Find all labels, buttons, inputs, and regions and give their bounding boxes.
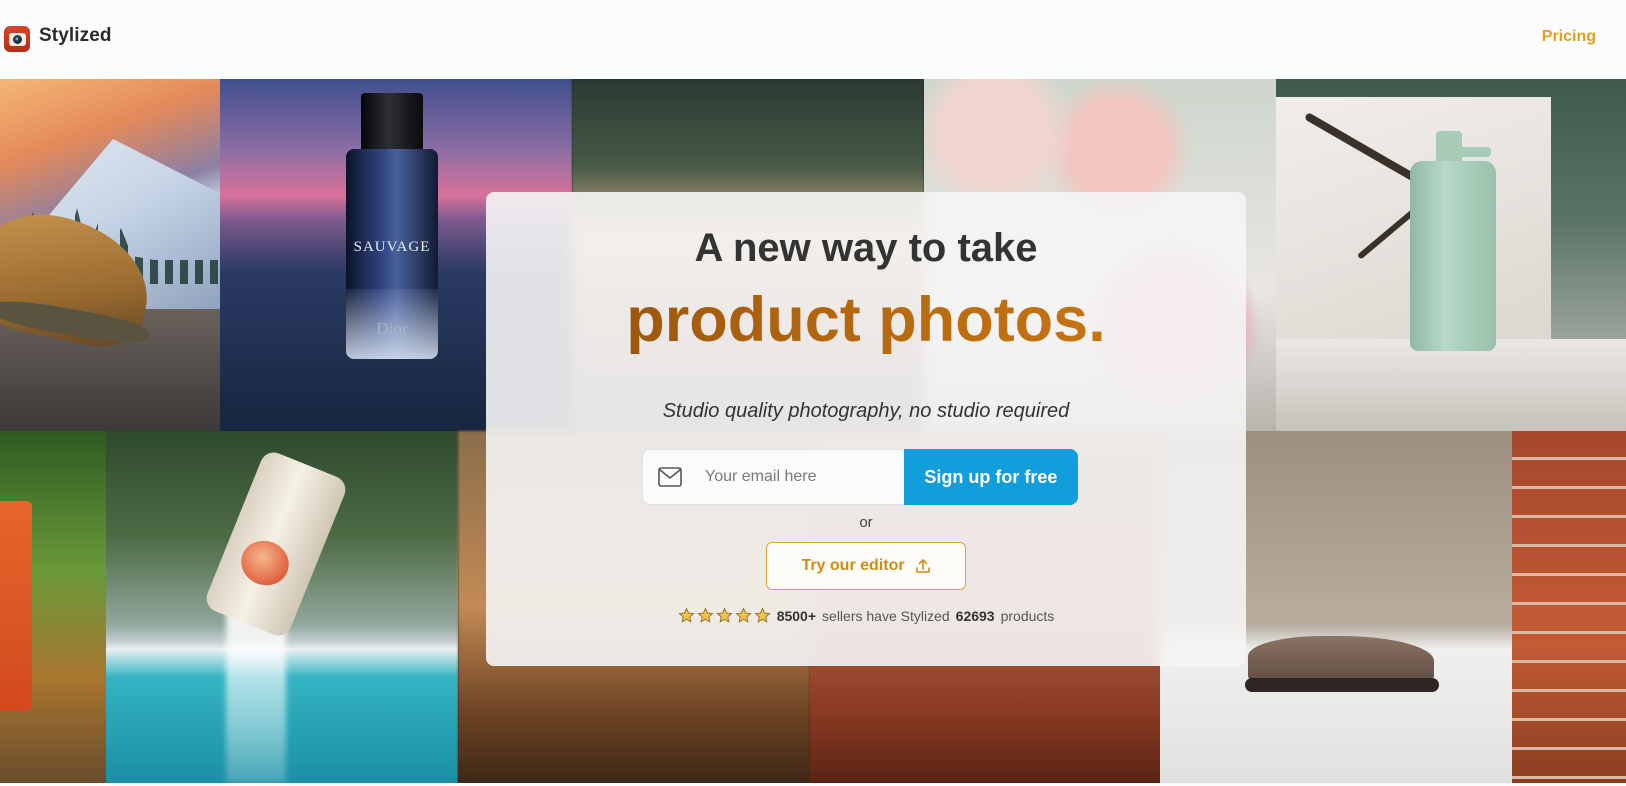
try-editor-button[interactable]: Try our editor (766, 542, 966, 590)
photo-snack-bag (0, 431, 106, 783)
star-icon (697, 607, 714, 623)
email-field-wrapper (642, 449, 905, 505)
products-count: 62693 (955, 607, 995, 624)
star-icon (716, 607, 733, 623)
social-proof-text: sellers have Stylized (822, 607, 950, 624)
email-input[interactable] (705, 450, 905, 504)
try-editor-label: Try our editor (801, 557, 905, 574)
photo-peach-drink-can (106, 431, 458, 783)
photo-hiking-boot (0, 79, 220, 431)
photo-soap-bottle (1276, 79, 1626, 431)
star-icon (735, 607, 752, 623)
hero-card: A new way to take product photos. Studio… (486, 192, 1246, 666)
perfume-brand: Dior (376, 319, 408, 338)
hero-headline: A new way to take (694, 226, 1038, 270)
perfume-label: SAUVAGE (353, 239, 431, 255)
signup-form: Sign up for free (642, 449, 1078, 505)
social-proof-suffix: products (1000, 607, 1055, 624)
star-rating (678, 607, 771, 624)
signup-button[interactable]: Sign up for free (903, 449, 1078, 505)
top-nav: Stylized Pricing (0, 0, 1626, 79)
sellers-count: 8500+ (776, 607, 817, 624)
camera-icon[interactable] (4, 26, 30, 52)
star-icon (754, 607, 771, 623)
star-icon (678, 607, 695, 623)
hero-headline-highlight: product photos. (486, 284, 1246, 356)
mail-icon (658, 467, 682, 487)
nav-pricing-link[interactable]: Pricing (1542, 28, 1596, 46)
social-proof: 8500+ sellers have Stylized 62693 produc… (486, 607, 1246, 624)
hero-subtitle: Studio quality photography, no studio re… (662, 400, 1070, 422)
photo-brick-wall (1512, 431, 1626, 783)
brand-name[interactable]: Stylized (39, 25, 112, 47)
upload-icon (915, 559, 930, 573)
or-separator: or (859, 514, 873, 531)
